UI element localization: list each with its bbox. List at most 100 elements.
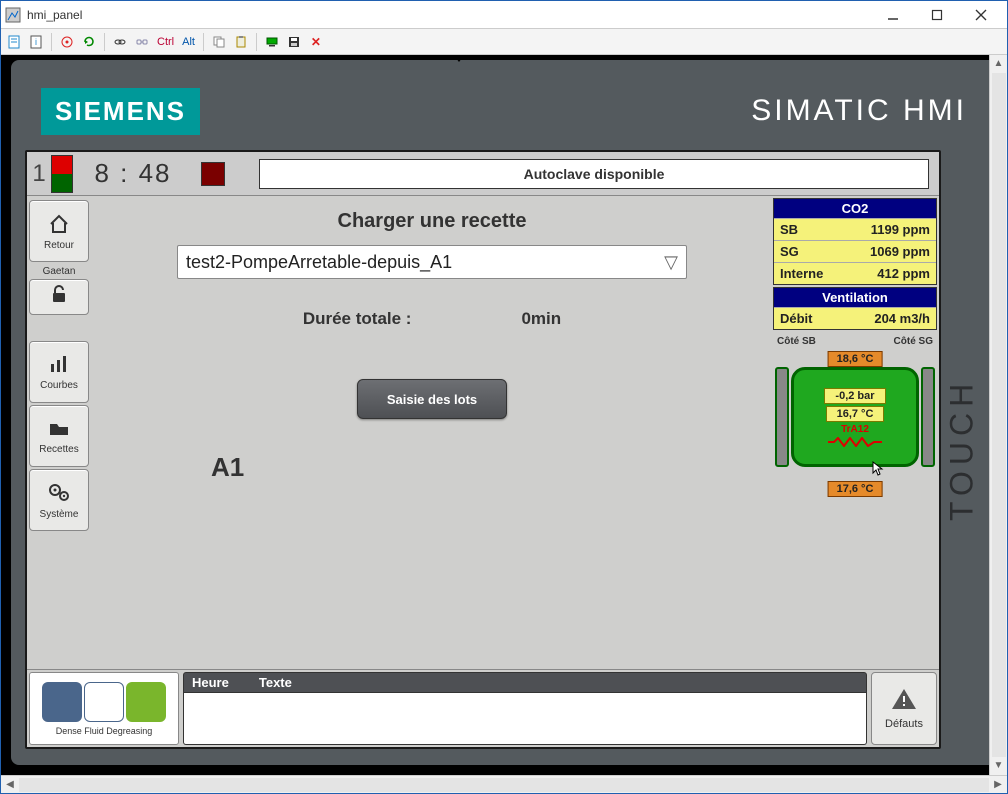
alarm-indicator (201, 162, 225, 186)
center-title: Charger une recette (97, 210, 767, 233)
link-icon[interactable] (111, 33, 129, 51)
duration-label: Durée totale : (303, 309, 412, 329)
chain-icon[interactable] (133, 33, 151, 51)
maximize-button[interactable] (915, 4, 959, 26)
window-title: hmi_panel (27, 8, 82, 22)
chart-icon (47, 354, 71, 378)
nav-recipes-label: Recettes (39, 444, 78, 455)
station-number: 1 (27, 160, 51, 188)
co2-head: CO2 (774, 199, 936, 218)
app-icon (5, 7, 21, 23)
lots-button-label: Saisie des lots (387, 392, 477, 407)
vent-debit-value: 204 m3/h (874, 311, 930, 326)
delete-icon[interactable]: ✕ (307, 33, 325, 51)
app-window: hmi_panel i Ctrl Alt ✕ SIEME (0, 0, 1008, 794)
refresh-icon[interactable] (80, 33, 98, 51)
status-message: Autoclave disponible (259, 159, 929, 189)
target-icon[interactable] (58, 33, 76, 51)
vertical-scrollbar[interactable]: ▲ ▼ (989, 55, 1007, 775)
recipe-dropdown[interactable]: test2-PompeArretable-depuis_A1 ▽ (177, 245, 687, 279)
horizontal-scrollbar[interactable]: ◀ ▶ (1, 775, 1007, 793)
heater-icon (828, 437, 882, 447)
copy-icon[interactable] (210, 33, 228, 51)
faults-button[interactable]: Défauts (871, 672, 937, 745)
alarm-col-time: Heure (192, 675, 229, 690)
autoclave-diagram: 18,6 °C -0,2 bar 16,7 °C TrA12 17,6 °C (775, 349, 935, 499)
footer-row: Dense Fluid Degreasing Heure Texte (27, 669, 939, 747)
co2-int-label: Interne (780, 266, 823, 281)
end-cap-right (921, 367, 935, 467)
end-cap-left (775, 367, 789, 467)
side-sg-label: Côté SG (893, 336, 933, 347)
gear-icon (46, 481, 72, 507)
folder-icon (47, 418, 71, 442)
status-led (51, 155, 73, 193)
touch-label: TOUCH (941, 150, 983, 749)
nav-login-button[interactable] (29, 279, 89, 315)
hmi-screen: 1 8 : 48 Autoclave disponible (25, 150, 941, 749)
nav-system-label: Système (40, 509, 79, 520)
side-sb-label: Côté SB (777, 336, 817, 347)
vent-panel: Ventilation Débit204 m3/h (773, 287, 937, 330)
alt-key-label[interactable]: Alt (180, 36, 197, 48)
content-viewport: SIEMENS SIMATIC HMI 1 8 : 48 (1, 55, 1007, 793)
right-panel: CO2 SB1199 ppm SG1069 ppm Interne412 ppm… (773, 196, 939, 669)
titlebar: hmi_panel (1, 1, 1007, 29)
alarm-col-text: Texte (259, 675, 292, 690)
vent-head: Ventilation (774, 288, 936, 307)
siemens-logo: SIEMENS (41, 88, 200, 135)
co2-sb-value: 1199 ppm (871, 222, 930, 237)
dfd-label: Dense Fluid Degreasing (56, 726, 153, 736)
unlock-icon (47, 284, 71, 308)
svg-text:i: i (35, 37, 37, 47)
nav-recipes-button[interactable]: Recettes (29, 405, 89, 467)
duration-row: Durée totale : 0min (97, 309, 767, 329)
lots-button[interactable]: Saisie des lots (357, 379, 507, 419)
scroll-left-icon[interactable]: ◀ (1, 779, 19, 790)
simatic-label: SIMATIC HMI (751, 94, 967, 128)
faults-label: Défauts (885, 718, 923, 730)
doc-icon[interactable] (5, 33, 23, 51)
nav-curves-button[interactable]: Courbes (29, 341, 89, 403)
home-icon (47, 212, 71, 238)
scroll-down-icon[interactable]: ▼ (994, 757, 1004, 775)
scroll-right-icon[interactable]: ▶ (989, 779, 1007, 790)
recipe-value: test2-PompeArretable-depuis_A1 (186, 252, 452, 273)
duration-value: 0min (521, 309, 561, 329)
tank-temp: 16,7 °C (826, 406, 885, 422)
alarm-list: Heure Texte (183, 672, 867, 745)
info-icon[interactable]: i (27, 33, 45, 51)
paste-icon[interactable] (232, 33, 250, 51)
co2-sb-label: SB (780, 222, 798, 237)
chevron-down-icon: ▽ (664, 252, 678, 273)
tank-body: -0,2 bar 16,7 °C TrA12 (791, 367, 919, 467)
user-label: Gaetan (29, 266, 89, 277)
ctrl-key-label[interactable]: Ctrl (155, 36, 176, 48)
co2-panel: CO2 SB1199 ppm SG1069 ppm Interne412 ppm (773, 198, 937, 285)
sides-row: Côté SB Côté SG (773, 332, 937, 347)
dfd-logo: Dense Fluid Degreasing (29, 672, 179, 745)
hmi-bezel: SIEMENS SIMATIC HMI 1 8 : 48 (11, 60, 997, 765)
app-toolbar: i Ctrl Alt ✕ (1, 29, 1007, 55)
nav-curves-label: Courbes (40, 380, 78, 391)
nav-back-label: Retour (44, 240, 74, 251)
minimize-button[interactable] (871, 4, 915, 26)
clock: 8 : 48 (73, 158, 193, 189)
tank-tag: TrA12 (841, 424, 869, 435)
save-icon[interactable] (285, 33, 303, 51)
nav-system-button[interactable]: Système (29, 469, 89, 531)
nav-sidebar: Retour Gaetan (27, 196, 91, 669)
tank-pressure: -0,2 bar (824, 388, 885, 404)
scroll-up-icon[interactable]: ▲ (994, 55, 1004, 73)
alarm-body[interactable] (183, 693, 867, 745)
co2-sg-label: SG (780, 244, 799, 259)
center-panel: Charger une recette test2-PompeArretable… (91, 196, 773, 669)
pc-icon[interactable] (263, 33, 281, 51)
temp-bottom: 17,6 °C (828, 481, 883, 497)
close-button[interactable] (959, 4, 1003, 26)
temp-top: 18,6 °C (828, 351, 883, 367)
nav-back-button[interactable]: Retour (29, 200, 89, 262)
unit-label: A1 (211, 452, 244, 483)
brand-row: SIEMENS SIMATIC HMI (25, 72, 983, 150)
co2-sg-value: 1069 ppm (870, 244, 930, 259)
